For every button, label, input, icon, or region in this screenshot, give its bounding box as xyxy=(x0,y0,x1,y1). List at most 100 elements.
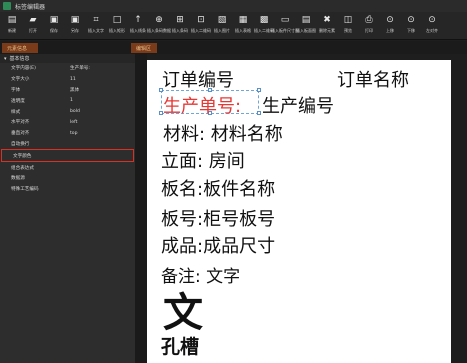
property-row[interactable]: 自动换行 xyxy=(0,139,135,150)
property-key: 组合表达式 xyxy=(11,165,34,171)
toolbar-button-new-file[interactable]: ▤ 新建 xyxy=(2,12,22,38)
tab-edit-area[interactable]: 编辑区 xyxy=(131,43,157,53)
elevation-field[interactable]: 立面: 房间 xyxy=(161,147,245,173)
property-value[interactable]: 黑体 xyxy=(70,87,79,93)
property-row[interactable]: 垂直对齐 top xyxy=(0,128,135,139)
property-key: 样式 xyxy=(11,109,21,115)
toolbar-button-insert-panel-face[interactable]: ▤ 插入板面图 xyxy=(296,12,316,38)
insert-image-icon: ▧ xyxy=(217,15,227,25)
property-row[interactable]: 数据源 xyxy=(0,173,135,184)
property-key: 字体 xyxy=(11,87,21,93)
production-number-value[interactable]: 生产编号 xyxy=(262,92,334,118)
move-down-icon: ⊙ xyxy=(407,15,415,25)
toolbar-button-delete[interactable]: ✖ 删除元素 xyxy=(317,12,337,38)
toolbar-button-print[interactable]: ⎙ 打印 xyxy=(359,12,379,38)
insert-line-icon: ↑ xyxy=(134,15,142,25)
toolbar-button-label: 插入矩形 xyxy=(109,28,125,33)
property-row[interactable]: 组合表达式 xyxy=(0,162,135,173)
toolbar-button-label: 新建 xyxy=(8,28,16,33)
app-logo-icon xyxy=(3,2,11,10)
insert-barcode-data-icon: ⊕ xyxy=(155,15,163,25)
property-row[interactable]: 水平对齐 left xyxy=(0,117,135,128)
insert-text-icon: ⌗ xyxy=(93,15,99,25)
toolbar-button-save-as[interactable]: ▣ 另存 xyxy=(65,12,85,38)
toolbar-button-label: 插入板件尺寸图 xyxy=(271,28,299,33)
toolbar-button-move-up[interactable]: ⊙ 上移 xyxy=(380,12,400,38)
property-value[interactable]: 生产单号: xyxy=(70,65,90,71)
title-bar: 标签编辑器 xyxy=(0,0,467,12)
material-field[interactable]: 材料: 材料名称 xyxy=(163,120,283,146)
move-up-icon: ⊙ xyxy=(386,15,394,25)
toolbar-button-insert-rectangle[interactable]: □ 插入矩形 xyxy=(107,12,127,38)
save-icon: ▣ xyxy=(49,15,59,25)
toolbar-button-insert-panel-drawing[interactable]: ▭ 插入板件尺寸图 xyxy=(271,12,299,38)
toolbar-button-folder-open[interactable]: ▰ 打开 xyxy=(23,12,43,38)
toolbar-button-insert-table[interactable]: ▦ 插入表格 xyxy=(233,12,253,38)
slot-field[interactable]: 孔槽 xyxy=(161,332,199,359)
tab-element-info[interactable]: 元素信息 xyxy=(2,43,38,53)
toolbar-button-label: 插入表格 xyxy=(235,28,251,33)
insert-rectangle-icon: □ xyxy=(112,15,122,25)
property-value[interactable]: top xyxy=(70,131,78,136)
resize-handle[interactable] xyxy=(257,111,261,115)
delete-icon: ✖ xyxy=(323,15,331,25)
toolbar-button-save[interactable]: ▣ 保存 xyxy=(44,12,64,38)
property-row[interactable]: 特殊工艺编码 xyxy=(0,184,135,195)
toolbar-button-preview[interactable]: ◫ 预览 xyxy=(338,12,358,38)
toolbar-button-label: 插入二维码 xyxy=(191,28,211,33)
toolbar-button-label: 左对齐 xyxy=(426,28,438,33)
toolbar-button-move-down[interactable]: ⊙ 下移 xyxy=(401,12,421,38)
window-title: 标签编辑器 xyxy=(15,3,46,11)
insert-panel-drawing-icon: ▭ xyxy=(280,15,290,25)
section-header-basic-info[interactable]: ▾ 基本信息 xyxy=(0,54,135,63)
property-key: 文字颜色 xyxy=(13,153,32,159)
property-row[interactable]: 样式 bold xyxy=(0,106,135,117)
insert-table-icon: ▦ xyxy=(238,15,248,25)
toolbar-button-label: 下移 xyxy=(407,28,415,33)
production-number-label[interactable]: 生产单号: xyxy=(163,92,241,118)
toolbar-button-insert-qrcode2[interactable]: ▩ 插入二维码 xyxy=(254,12,274,38)
property-row[interactable]: 文字大小 11 xyxy=(0,74,135,85)
property-key: 文字内容(E) xyxy=(11,66,36,72)
properties-panel: ▾ 基本信息 文字内容(E) 生产单号: 文字大小 11 字体 黑体透明度 1 样式 bold 水… xyxy=(0,54,135,363)
toolbar-button-insert-image[interactable]: ▧ 插入图片 xyxy=(212,12,232,38)
toolbar-button-align-left[interactable]: ⊙ 左对齐 xyxy=(422,12,442,38)
label-canvas[interactable]: 订单编号 订单名称 生产单号: 生产编号 材料: 材料名称 立面: 房间 板名:… xyxy=(147,60,451,363)
property-key: 水平对齐 xyxy=(11,120,30,126)
toolbar-button-label: 插入文字 xyxy=(88,28,104,33)
property-row[interactable]: 文字颜色 xyxy=(1,149,134,163)
property-key: 垂直对齐 xyxy=(11,131,30,137)
panel-name-field[interactable]: 板名:板件名称 xyxy=(161,175,275,201)
insert-panel-face-icon: ▤ xyxy=(301,15,311,25)
panel-number-field[interactable]: 板号:柜号板号 xyxy=(161,205,275,231)
property-key: 特殊工艺编码 xyxy=(11,187,39,193)
property-key: 文字大小 xyxy=(11,77,30,83)
toolbar-button-label: 另存 xyxy=(71,28,79,33)
insert-qrcode-icon: ⊡ xyxy=(197,15,205,25)
property-value[interactable]: 11 xyxy=(70,77,76,82)
toolbar-button-insert-barcode[interactable]: ⊞ 插入条码 xyxy=(170,12,190,38)
order-number-field[interactable]: 订单编号 xyxy=(162,66,234,92)
toolbar-button-label: 插入图片 xyxy=(214,28,230,33)
toolbar-button-insert-barcode-data[interactable]: ⊕ 插入条码数据 xyxy=(147,12,171,38)
property-row[interactable]: 文字内容(E) 生产单号: xyxy=(0,63,135,74)
resize-handle[interactable] xyxy=(257,88,261,92)
property-key: 透明度 xyxy=(11,98,25,104)
panel-tabs: 元素信息 编辑区 xyxy=(0,41,467,54)
property-row[interactable]: 透明度 1 xyxy=(0,95,135,106)
large-text-element[interactable]: 文 xyxy=(163,280,203,338)
vertical-scrollbar[interactable] xyxy=(451,60,467,363)
panel-divider[interactable] xyxy=(135,54,147,363)
property-value[interactable]: left xyxy=(70,120,77,125)
finished-size-field[interactable]: 成品:成品尺寸 xyxy=(161,232,275,258)
toolbar-button-insert-text[interactable]: ⌗ 插入文字 xyxy=(86,12,106,38)
order-name-field[interactable]: 订单名称 xyxy=(337,66,409,92)
toolbar: ▤ 新建 ▰ 打开 ▣ 保存 ▣ 另存 ⌗ 插入文字 □ 插入矩形 ↑ 插入线条 ⊕ 插入条码数据 ⊞ 插入条码 ⊡… xyxy=(0,12,467,40)
new-file-icon: ▤ xyxy=(7,15,17,25)
toolbar-button-insert-qrcode[interactable]: ⊡ 插入二维码 xyxy=(191,12,211,38)
toolbar-button-insert-line[interactable]: ↑ 插入线条 xyxy=(128,12,148,38)
property-value[interactable]: 1 xyxy=(70,98,73,103)
property-value[interactable]: bold xyxy=(70,109,80,114)
toolbar-button-label: 打印 xyxy=(365,28,373,33)
property-row[interactable]: 字体 黑体 xyxy=(0,85,135,96)
